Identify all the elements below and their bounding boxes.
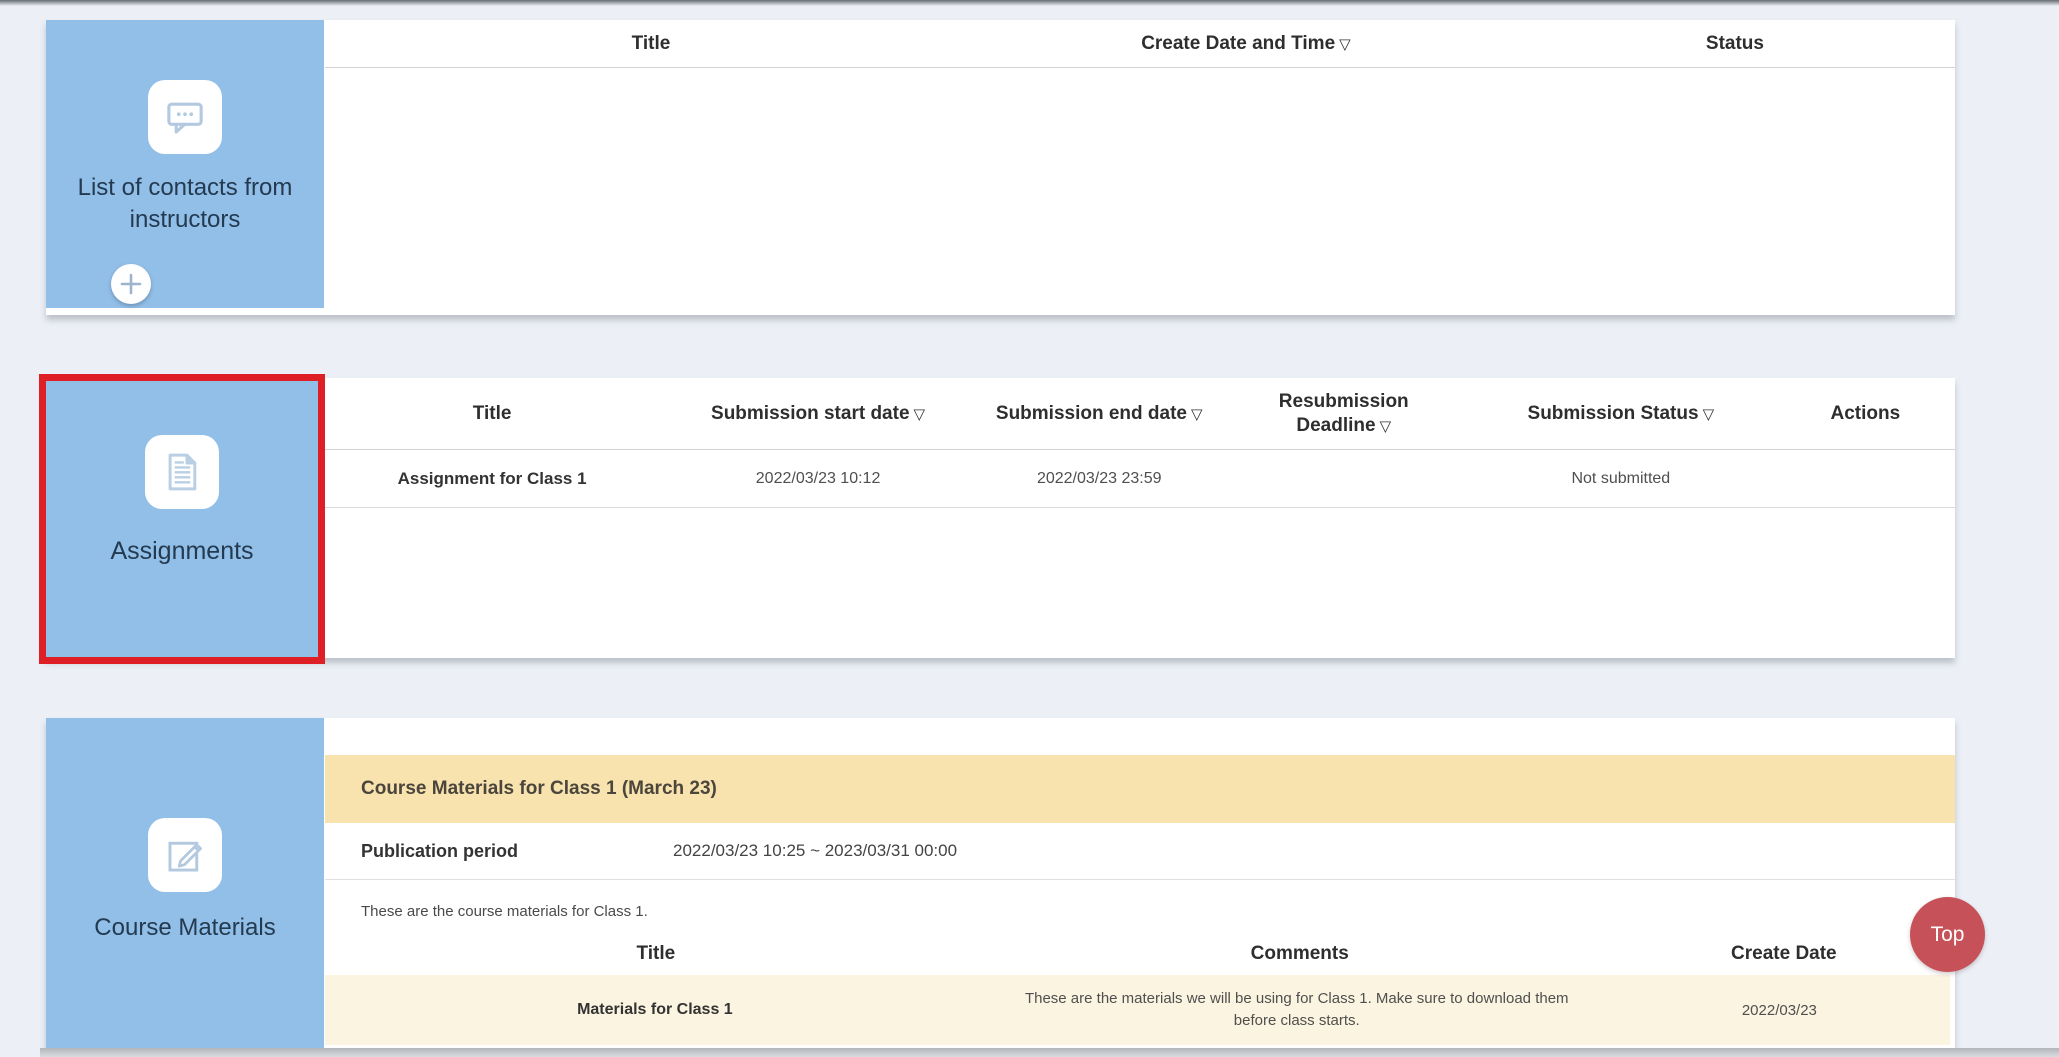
contacts-col-title: Title [325, 32, 977, 56]
assignments-table-header: Title Submission start date▽ Submission … [325, 378, 1955, 450]
assignments-panel: Assignments Title Submission start date▽… [46, 378, 1955, 658]
publication-period-label: Publication period [361, 841, 641, 862]
assignment-title[interactable]: Assignment for Class 1 [325, 469, 659, 489]
course-materials-content: Course Materials for Class 1 (March 23) … [325, 718, 1955, 1048]
contacts-table: Title Create Date and Time▽ Status [325, 20, 1955, 315]
material-row[interactable]: Materials for Class 1 These are the mate… [325, 975, 1950, 1045]
material-item-header[interactable]: Course Materials for Class 1 (March 23) [325, 755, 1955, 823]
sort-arrow-icon[interactable]: ▽ [1380, 418, 1392, 435]
course-materials-block-label: Course Materials [59, 912, 311, 944]
assign-col-title: Title [325, 402, 659, 426]
materials-col-comments: Comments [987, 942, 1613, 966]
contacts-col-status: Status [1515, 32, 1955, 56]
assignment-start-date: 2022/03/23 10:12 [659, 470, 977, 488]
assignments-highlight-border: Assignments [39, 374, 325, 664]
sidebar-item-assignments[interactable]: Assignments [46, 381, 318, 657]
sort-arrow-icon[interactable]: ▽ [1339, 36, 1351, 53]
materials-col-title: Title [325, 942, 987, 966]
edit-pencil-icon [148, 818, 222, 892]
assign-col-actions: Actions [1776, 402, 1955, 426]
document-icon [145, 435, 219, 509]
back-to-top-button[interactable]: Top [1910, 897, 1985, 972]
bottom-edge-shadow [40, 1048, 2059, 1057]
assign-col-resubmission[interactable]: Resubmission Deadline▽ [1221, 390, 1466, 438]
contacts-col-create-date[interactable]: Create Date and Time▽ [977, 32, 1515, 56]
materials-table-header: Title Comments Create Date [325, 933, 1955, 975]
add-contact-button[interactable] [110, 263, 152, 305]
material-title[interactable]: Materials for Class 1 [325, 1001, 985, 1019]
contacts-panel: List of contacts from instructors Title … [46, 20, 1955, 315]
lms-course-page: List of contacts from instructors Title … [0, 0, 2059, 1057]
sidebar-item-course-materials[interactable]: Course Materials [46, 718, 324, 1048]
publication-period-value: 2022/03/23 10:25 ~ 2023/03/31 00:00 [673, 841, 957, 861]
assignment-status: Not submitted [1466, 470, 1776, 488]
material-item-title: Course Materials for Class 1 (March 23) [325, 778, 717, 800]
top-edge-shadow [0, 0, 2059, 6]
contacts-table-header: Title Create Date and Time▽ Status [325, 20, 1955, 68]
contacts-block-label: List of contacts from instructors [59, 172, 311, 235]
assign-col-status[interactable]: Submission Status▽ [1466, 402, 1776, 426]
assignments-block-label: Assignments [56, 535, 308, 568]
assign-col-start[interactable]: Submission start date▽ [659, 402, 977, 426]
assignment-end-date: 2022/03/23 23:59 [977, 470, 1222, 488]
materials-col-create-date: Create Date [1613, 942, 1955, 966]
sort-arrow-icon[interactable]: ▽ [1191, 406, 1203, 423]
publication-period-row: Publication period 2022/03/23 10:25 ~ 20… [325, 823, 1955, 880]
material-description: These are the course materials for Class… [361, 903, 648, 920]
chat-bubble-icon [148, 80, 222, 154]
assignment-row[interactable]: Assignment for Class 1 2022/03/23 10:12 … [325, 450, 1955, 508]
sort-arrow-icon[interactable]: ▽ [914, 406, 926, 423]
sort-arrow-icon[interactable]: ▽ [1703, 406, 1715, 423]
material-create-date: 2022/03/23 [1609, 1002, 1950, 1019]
assignments-table: Title Submission start date▽ Submission … [325, 378, 1955, 658]
course-materials-panel: Course Materials Course Materials for Cl… [46, 718, 1955, 1048]
sidebar-item-contacts[interactable]: List of contacts from instructors [46, 20, 324, 308]
material-comments: These are the materials we will be using… [985, 988, 1609, 1032]
assign-col-end[interactable]: Submission end date▽ [977, 402, 1222, 426]
